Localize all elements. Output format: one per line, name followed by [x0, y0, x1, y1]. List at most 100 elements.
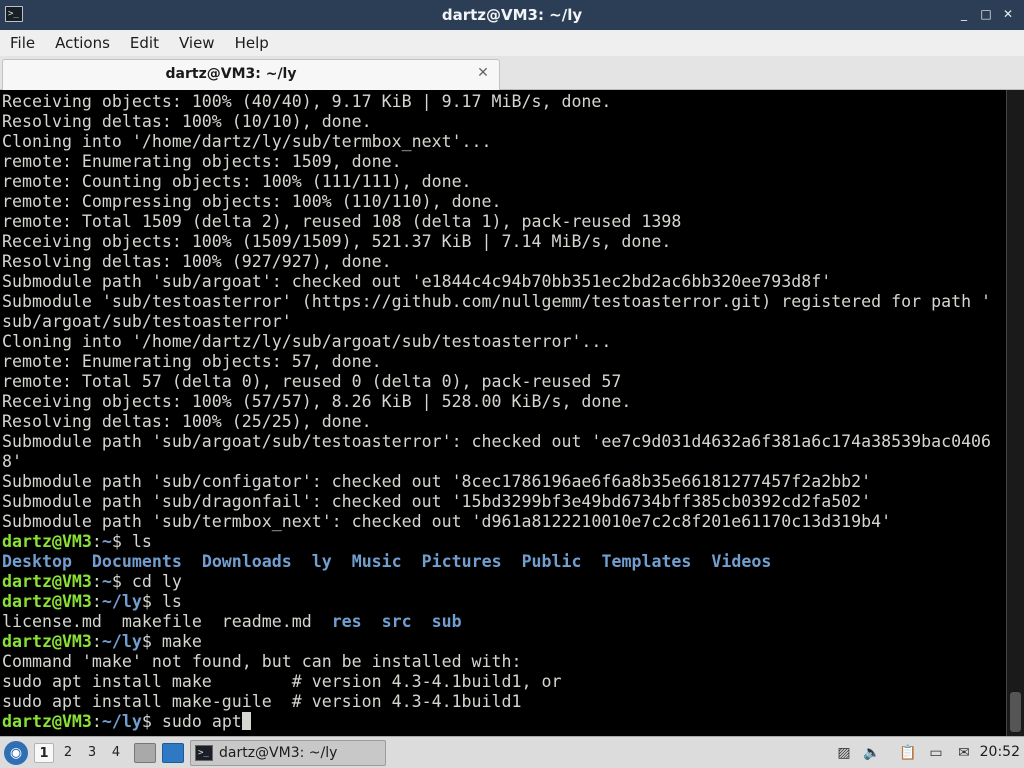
terminal-text: sub/argoat/sub/testoasterror': [2, 312, 292, 331]
terminal-text: Cloning into '/home/dartz/ly/sub/termbox…: [2, 132, 492, 151]
terminal-line: Receiving objects: 100% (57/57), 8.26 Ki…: [2, 392, 1002, 412]
directory-entry: Downloads: [201, 552, 292, 571]
terminal-line: Submodule path 'sub/dragonfail': checked…: [2, 492, 1002, 512]
close-icon[interactable]: ✕: [1000, 6, 1016, 22]
terminal-line: Cloning into '/home/dartz/ly/sub/termbox…: [2, 132, 1002, 152]
directory-entry: res: [331, 612, 362, 631]
minimize-icon[interactable]: _: [956, 6, 972, 22]
terminal-text: Submodule path 'sub/termbox_next': check…: [2, 512, 892, 531]
tab-close-icon[interactable]: ✕: [475, 64, 491, 82]
terminal-text: $ ls: [111, 532, 152, 551]
file-manager-launcher-icon[interactable]: [134, 743, 156, 763]
directory-entry: Pictures: [421, 552, 502, 571]
terminal-line: Receiving objects: 100% (40/40), 9.17 Ki…: [2, 92, 1002, 112]
terminal-text: $ ls: [141, 592, 182, 611]
network-icon[interactable]: ▭: [926, 743, 946, 763]
menu-actions[interactable]: Actions: [45, 30, 120, 56]
terminal-line: Submodule path 'sub/configator': checked…: [2, 472, 1002, 492]
terminal-text: Command 'make' not found, but can be ins…: [2, 652, 522, 671]
window-title: dartz@VM3: ~/ly: [441, 6, 583, 24]
terminal-line: remote: Enumerating objects: 57, done.: [2, 352, 1002, 372]
terminal-line: dartz@VM3:~$ cd ly: [2, 572, 1002, 592]
directory-entry: Documents: [91, 552, 182, 571]
terminal-line: 8': [2, 452, 1002, 472]
terminal-text: Receiving objects: 100% (1509/1509), 521…: [2, 232, 672, 251]
terminal-text: 8': [2, 452, 22, 471]
directory-entry: Templates: [601, 552, 692, 571]
scrollbar-thumb[interactable]: [1010, 692, 1021, 732]
terminal-text: :: [91, 572, 102, 591]
directory-entry: sub: [431, 612, 462, 631]
terminal-line: dartz@VM3:~/ly$ sudo apt: [2, 712, 1002, 732]
terminal-line: sub/argoat/sub/testoasterror': [2, 312, 1002, 332]
prompt-path: ~/ly: [101, 632, 142, 651]
terminal-line: remote: Total 1509 (delta 2), reused 108…: [2, 212, 1002, 232]
menu-view[interactable]: View: [169, 30, 225, 56]
terminal-text: remote: Total 57 (delta 0), reused 0 (de…: [2, 372, 622, 391]
directory-entry: Desktop: [2, 552, 72, 571]
terminal-cursor: [241, 712, 251, 730]
workspace-1[interactable]: 1: [34, 743, 54, 763]
workspace-3[interactable]: 3: [82, 743, 102, 763]
terminal-line: sudo apt install make-guile # version 4.…: [2, 692, 1002, 712]
terminal-text: sudo apt install make # version 4.3-4.1b…: [2, 672, 562, 691]
terminal-line: remote: Counting objects: 100% (111/111)…: [2, 172, 1002, 192]
clock: 20:52: [979, 744, 1020, 760]
terminal-line: dartz@VM3:~/ly$ make: [2, 632, 1002, 652]
terminal-line: dartz@VM3:~/ly$ ls: [2, 592, 1002, 612]
terminal-line: Receiving objects: 100% (1509/1509), 521…: [2, 232, 1002, 252]
terminal-text: :: [91, 532, 102, 551]
workspace-2[interactable]: 2: [58, 743, 78, 763]
terminal-text: $ cd ly: [111, 572, 182, 591]
directory-entry: src: [381, 612, 412, 631]
volume-icon[interactable]: 🔈: [862, 743, 882, 763]
terminal-text: remote: Compressing objects: 100% (110/1…: [2, 192, 502, 211]
workspace-4[interactable]: 4: [106, 743, 126, 763]
window-titlebar[interactable]: >_ dartz@VM3: ~/ly _ □ ✕: [0, 0, 1024, 30]
maximize-icon[interactable]: □: [978, 6, 994, 22]
clipboard-icon[interactable]: 📋: [898, 743, 918, 763]
terminal-scrollbar[interactable]: [1006, 90, 1024, 736]
terminal-text: :: [91, 592, 102, 611]
prompt-path: ~: [101, 532, 112, 551]
terminal-line: Submodule path 'sub/termbox_next': check…: [2, 512, 1002, 532]
terminal-line: Resolving deltas: 100% (25/25), done.: [2, 412, 1002, 432]
terminal-line: Resolving deltas: 100% (927/927), done.: [2, 252, 1002, 272]
tab-bar: dartz@VM3: ~/ly ✕: [0, 56, 1024, 90]
terminal-line: license.md makefile readme.md res src su…: [2, 612, 1002, 632]
terminal-text: sudo apt install make-guile # version 4.…: [2, 692, 522, 711]
terminal-text: remote: Counting objects: 100% (111/111)…: [2, 172, 472, 191]
terminal-text: :: [91, 632, 102, 651]
menu-edit[interactable]: Edit: [120, 30, 169, 56]
screenshot-icon[interactable]: ▨: [834, 743, 854, 763]
taskbar: ◉ 1 2 3 4 >_ dartz@VM3: ~/ly ▨ 🔈 📋 ▭ ✉ 2…: [0, 736, 1024, 768]
terminal-lines: Receiving objects: 100% (40/40), 9.17 Ki…: [2, 92, 1002, 732]
desktop-launcher-icon[interactable]: [162, 743, 184, 763]
notification-icon[interactable]: ✉: [954, 743, 974, 763]
start-menu-icon[interactable]: ◉: [4, 741, 28, 765]
terminal-text: $ sudo apt: [141, 712, 242, 731]
terminal-line: Submodule path 'sub/argoat': checked out…: [2, 272, 1002, 292]
directory-entry: Videos: [711, 552, 772, 571]
terminal-line: Cloning into '/home/dartz/ly/sub/argoat/…: [2, 332, 1002, 352]
menu-file[interactable]: File: [0, 30, 45, 56]
terminal-task-icon: >_: [195, 745, 213, 761]
task-terminal-button[interactable]: >_ dartz@VM3: ~/ly: [190, 740, 386, 766]
menu-help[interactable]: Help: [225, 30, 279, 56]
prompt-user: dartz@VM3: [2, 712, 92, 731]
terminal-output[interactable]: Receiving objects: 100% (40/40), 9.17 Ki…: [0, 90, 1024, 736]
terminal-text: remote: Total 1509 (delta 2), reused 108…: [2, 212, 682, 231]
directory-entry: Music: [351, 552, 402, 571]
tab-terminal[interactable]: dartz@VM3: ~/ly ✕: [2, 59, 500, 90]
terminal-text: remote: Enumerating objects: 1509, done.: [2, 152, 402, 171]
prompt-user: dartz@VM3: [2, 632, 92, 651]
directory-entry: Public: [521, 552, 582, 571]
directory-entry: ly: [311, 552, 332, 571]
prompt-user: dartz@VM3: [2, 572, 92, 591]
